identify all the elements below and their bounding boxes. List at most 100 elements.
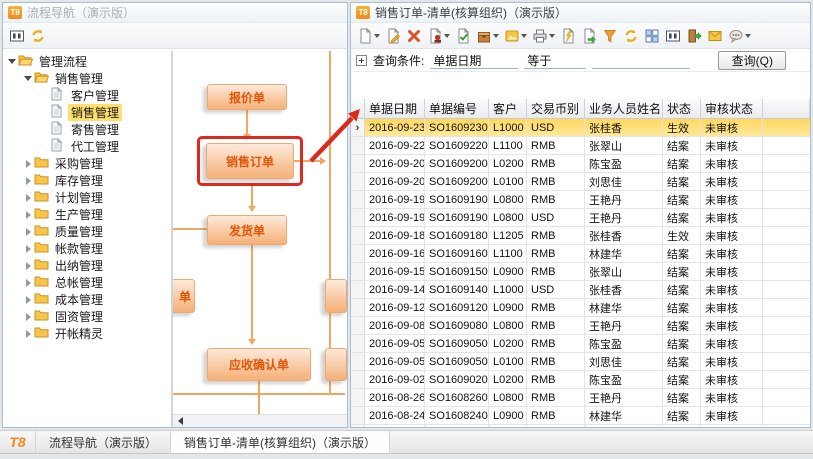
table-cell[interactable]: 2016-08-26 <box>365 389 425 407</box>
table-cell[interactable]: 未审核 <box>701 137 763 155</box>
tree-twistie-icon[interactable] <box>22 279 34 287</box>
copy-forward-icon[interactable] <box>580 27 598 45</box>
table-cell[interactable]: SO160824001 <box>425 407 489 425</box>
tree-item-销售管理[interactable]: 销售管理 <box>3 70 171 87</box>
table-cell[interactable]: 未审核 <box>701 353 763 371</box>
table-cell[interactable]: L1205 <box>489 227 527 245</box>
table-cell[interactable]: 结案 <box>663 389 701 407</box>
table-cell[interactable]: 2016-08-23 <box>365 425 425 427</box>
table-cell[interactable]: SO160919001 <box>425 209 489 227</box>
table-cell[interactable]: RMB <box>527 371 585 389</box>
table-cell[interactable]: L0900 <box>489 263 527 281</box>
table-cell[interactable]: 林建华 <box>585 407 663 425</box>
table-cell[interactable]: 2016-09-19 <box>365 209 425 227</box>
table-cell[interactable]: 结案 <box>663 371 701 389</box>
table-cell[interactable]: RMB <box>527 389 585 407</box>
table-cell[interactable]: 未审核 <box>701 119 763 137</box>
table-cell[interactable]: 结案 <box>663 155 701 173</box>
dropdown-arrow-icon[interactable] <box>521 34 527 41</box>
tree-item-固资管理[interactable]: 固资管理 <box>3 308 171 325</box>
table-cell[interactable]: 王艳丹 <box>585 209 663 227</box>
table-row[interactable]: 2016-08-23SO160823001L1204RMB张翠山结案未审核 <box>351 425 810 427</box>
dropdown-arrow-icon[interactable] <box>374 34 380 41</box>
table-cell[interactable]: 张翠山 <box>585 263 663 281</box>
table-cell[interactable]: L0200 <box>489 335 527 353</box>
table-cell[interactable]: 张翠山 <box>585 137 663 155</box>
table-row[interactable]: 2016-09-14SO160914001L1000USD张桂香结案未审核 <box>351 281 810 299</box>
table-cell[interactable]: RMB <box>527 173 585 191</box>
delete-icon[interactable] <box>405 27 423 45</box>
table-cell[interactable]: 结案 <box>663 281 701 299</box>
table-row[interactable]: 2016-09-15SO160915001L0900RMB张翠山结案未审核 <box>351 263 810 281</box>
approve-document-icon[interactable] <box>454 27 472 45</box>
table-row[interactable]: 2016-09-18SO160918001L1205RMB张桂香生效未审核 <box>351 227 810 245</box>
table-cell[interactable]: 林建华 <box>585 245 663 263</box>
table-cell[interactable]: 结案 <box>663 245 701 263</box>
table-row[interactable]: 2016-08-26SO160826001L0800RMB王艳丹结案未审核 <box>351 389 810 407</box>
query-button[interactable]: 查询(Q) <box>718 51 786 70</box>
table-cell[interactable]: 结案 <box>663 317 701 335</box>
table-cell[interactable]: 2016-09-20 <box>365 155 425 173</box>
table-cell[interactable]: RMB <box>527 137 585 155</box>
table-cell[interactable]: RMB <box>527 407 585 425</box>
table-cell[interactable]: SO160912001 <box>425 299 489 317</box>
table-cell[interactable]: 结案 <box>663 299 701 317</box>
taskbar-tab-sales-order-list[interactable]: 销售订单-清单(核算组织)（演示版） <box>171 431 390 453</box>
tree-twistie-icon[interactable] <box>22 194 34 202</box>
table-cell[interactable]: 刘思佳 <box>585 173 663 191</box>
column-header[interactable]: 单据日期 <box>365 99 425 119</box>
table-cell[interactable]: RMB <box>527 299 585 317</box>
flow-navigator-titlebar[interactable]: T8 流程导航（演示版） <box>3 3 347 23</box>
table-cell[interactable]: 结案 <box>663 425 701 427</box>
sales-order-titlebar[interactable]: T8 销售订单-清单(核算组织)（演示版） <box>351 3 810 23</box>
table-cell[interactable]: RMB <box>527 263 585 281</box>
table-cell[interactable]: SO160826001 <box>425 389 489 407</box>
table-cell[interactable]: 生效 <box>663 119 701 137</box>
column-header[interactable]: 审核状态 <box>701 99 763 119</box>
table-cell[interactable]: 王艳丹 <box>585 191 663 209</box>
table-cell[interactable]: 王艳丹 <box>585 389 663 407</box>
table-cell[interactable]: L0100 <box>489 173 527 191</box>
tree-item-帐款管理[interactable]: 帐款管理 <box>3 240 171 257</box>
table-cell[interactable]: 未审核 <box>701 245 763 263</box>
tree-twistie-icon[interactable] <box>22 313 34 321</box>
scroll-left-button[interactable] <box>173 415 187 427</box>
table-row[interactable]: 2016-09-20SO160920002L0200RMB陈宝盈结案未审核 <box>351 155 810 173</box>
table-cell[interactable]: L0900 <box>489 299 527 317</box>
comment-icon[interactable] <box>727 27 752 45</box>
table-cell[interactable]: L1204 <box>489 425 527 427</box>
table-cell[interactable]: RMB <box>527 353 585 371</box>
table-cell[interactable]: RMB <box>527 227 585 245</box>
table-cell[interactable]: SO160908001 <box>425 317 489 335</box>
table-cell[interactable]: 未审核 <box>701 263 763 281</box>
table-cell[interactable]: 2016-09-16 <box>365 245 425 263</box>
table-row[interactable]: 2016-09-05SO160905001L0100RMB刘思佳结案未审核 <box>351 353 810 371</box>
tree-twistie-icon[interactable] <box>22 177 34 185</box>
table-cell[interactable]: 陈宝盈 <box>585 155 663 173</box>
table-cell[interactable]: SO160922001 <box>425 137 489 155</box>
tree-twistie-icon[interactable] <box>6 59 18 64</box>
table-cell[interactable]: USD <box>527 209 585 227</box>
table-cell[interactable]: L0900 <box>489 407 527 425</box>
table-cell[interactable]: 结案 <box>663 263 701 281</box>
table-cell[interactable]: 未审核 <box>701 335 763 353</box>
table-cell[interactable]: 未审核 <box>701 191 763 209</box>
archive-box-icon[interactable] <box>475 27 500 45</box>
table-cell[interactable]: 结案 <box>663 353 701 371</box>
tree-twistie-icon[interactable] <box>22 211 34 219</box>
flowchart-hscrollbar[interactable] <box>173 414 347 427</box>
table-cell[interactable]: 张翠山 <box>585 425 663 427</box>
table-row[interactable]: 2016-09-19SO160919002L0800RMB王艳丹结案未审核 <box>351 191 810 209</box>
exit-door-icon[interactable] <box>685 27 703 45</box>
table-cell[interactable]: SO160920002 <box>425 155 489 173</box>
table-cell[interactable]: L0800 <box>489 209 527 227</box>
table-row[interactable]: ›2016-09-23SO160923001L1000USD张桂香生效未审核 <box>351 119 810 137</box>
table-cell[interactable]: L1100 <box>489 137 527 155</box>
table-cell[interactable]: SO160905002 <box>425 335 489 353</box>
table-cell[interactable]: 结案 <box>663 137 701 155</box>
filter-icon[interactable] <box>601 27 619 45</box>
table-cell[interactable]: 未审核 <box>701 227 763 245</box>
table-cell[interactable]: SO160915001 <box>425 263 489 281</box>
table-cell[interactable]: L0100 <box>489 353 527 371</box>
table-cell[interactable]: RMB <box>527 245 585 263</box>
